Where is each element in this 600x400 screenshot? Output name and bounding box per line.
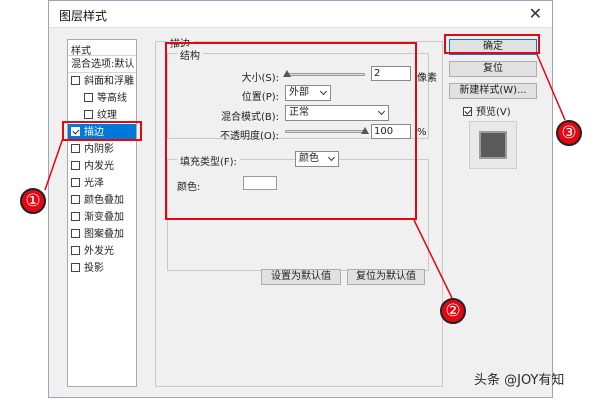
- annotation-line-1: [44, 137, 64, 191]
- annotation-marker-3: ③: [556, 120, 582, 146]
- annotation-marker-2: ②: [440, 298, 466, 324]
- annotation-marker-1: ①: [20, 188, 46, 214]
- watermark-text: 头条 @JOY有知: [474, 373, 565, 388]
- annotation-line-3: [535, 51, 566, 121]
- annotation-line-2: [412, 217, 453, 299]
- annotation-lines: [44, 51, 566, 299]
